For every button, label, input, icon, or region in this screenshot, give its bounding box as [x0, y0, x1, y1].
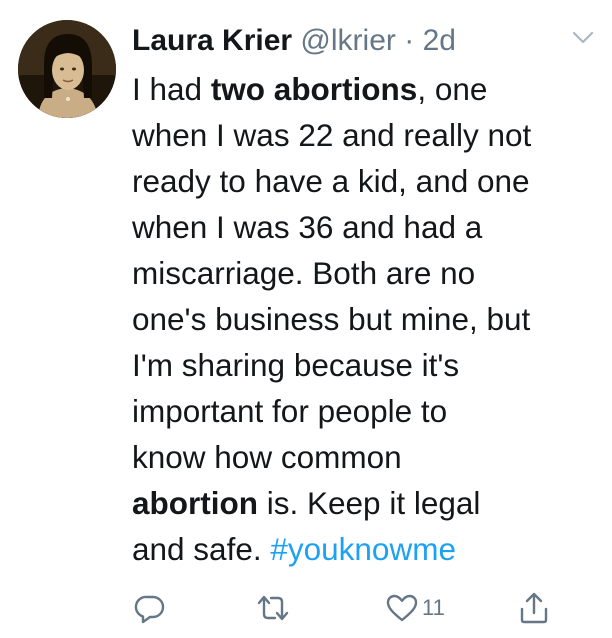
tweet-text: I had two abortions, one when I was 22 a…: [132, 66, 602, 572]
header-separator: ·: [404, 24, 415, 57]
tweet-actions: 11: [0, 590, 612, 626]
tweet-header: Laura Krier @lkrier · 2d: [132, 22, 456, 60]
retweet-icon: [256, 592, 290, 624]
tweet-line: I'm sharing because it's: [132, 347, 460, 383]
author-handle[interactable]: @lkrier: [300, 24, 395, 57]
heart-icon: [386, 593, 418, 623]
tweet-line: ready to have a kid, and one: [132, 163, 530, 199]
tweet-line: know how common: [132, 439, 402, 475]
reply-icon: [134, 592, 166, 624]
tweet-line: miscarriage. Both are no: [132, 255, 476, 291]
tweet-timestamp[interactable]: 2d: [423, 24, 456, 57]
reply-button[interactable]: [134, 590, 166, 626]
tweet-line: abortion is. Keep it legal: [132, 485, 481, 521]
like-count: 11: [422, 595, 445, 620]
hashtag-link[interactable]: #youknowme: [270, 531, 456, 567]
like-button[interactable]: 11: [386, 590, 445, 626]
avatar[interactable]: [18, 20, 116, 118]
bold-phrase: two abortions: [210, 71, 418, 107]
tweet-line: when I was 22 and really not: [132, 117, 532, 153]
chevron-down-icon[interactable]: [571, 30, 595, 46]
tweet-line: I had two abortions, one: [132, 71, 488, 107]
tweet-line: when I was 36 and had a: [132, 209, 483, 245]
tweet-line: and safe. #youknowme: [132, 531, 456, 567]
retweet-button[interactable]: [256, 590, 290, 626]
share-button[interactable]: [518, 590, 550, 626]
share-icon: [518, 591, 550, 625]
avatar-photo: [18, 20, 116, 118]
author-name[interactable]: Laura Krier: [132, 24, 292, 57]
bold-phrase: abortion: [132, 485, 258, 521]
tweet-line: one's business but mine, but: [132, 301, 531, 337]
tweet-line: important for people to: [132, 393, 448, 429]
